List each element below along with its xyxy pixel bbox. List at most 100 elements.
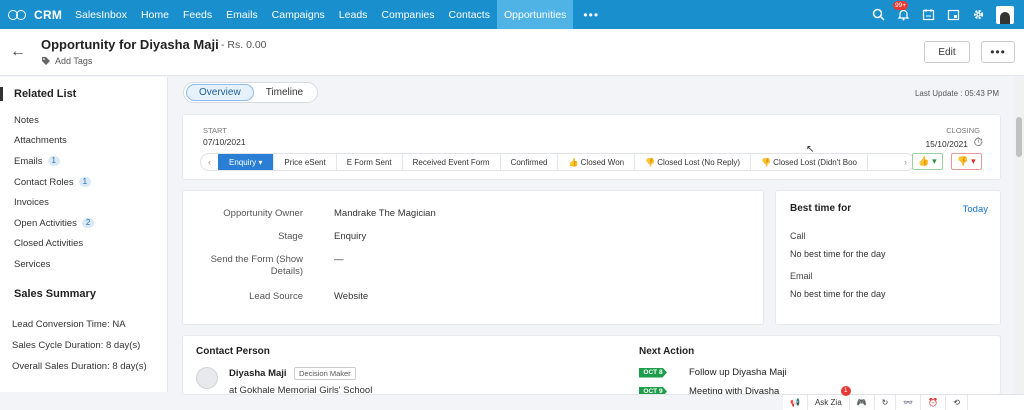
edit-button[interactable]: Edit <box>924 41 970 63</box>
brand[interactable]: CRM <box>0 8 68 22</box>
ask-zia-button[interactable]: Ask Zia 1 <box>808 385 851 410</box>
last-update-text: Last Update : 05:43 PM <box>914 89 999 98</box>
page-scrollbar-thumb[interactable] <box>1016 117 1022 157</box>
stage-received-event-form[interactable]: Received Event Form <box>403 154 501 170</box>
next-action-date-badge: OCT 9 <box>639 386 667 394</box>
best-time-email-label: Email <box>790 271 813 281</box>
tab-timeline[interactable]: Timeline <box>254 84 315 101</box>
best-time-call-label: Call <box>790 231 806 241</box>
brand-name: CRM <box>34 7 63 22</box>
tag-icon <box>42 57 50 65</box>
lead-conversion-time: Lead Conversion Time: NA <box>12 319 126 330</box>
field-value-stage[interactable]: Enquiry <box>334 231 366 242</box>
add-tags-link[interactable]: Add Tags <box>41 56 92 66</box>
user-avatar[interactable] <box>996 5 1014 24</box>
nav-right-icons: 99+ <box>871 0 1014 29</box>
next-action-item[interactable]: OCT 9 Meeting with Diyasha <box>639 386 780 395</box>
ask-zia-label: Ask Zia <box>814 398 842 407</box>
bell-icon[interactable]: 99+ <box>893 0 910 22</box>
crm-logo-icon <box>8 8 30 22</box>
next-action-text: Follow up Diyasha Maji <box>689 367 787 378</box>
alarm-icon[interactable]: ⏰ <box>921 394 947 410</box>
megaphone-icon[interactable]: 📢 <box>783 394 808 410</box>
opportunity-amount: - Rs. 0.00 <box>221 39 267 51</box>
search-icon[interactable] <box>871 8 885 22</box>
stage-confirmed[interactable]: Confirmed <box>501 154 559 170</box>
bottom-toolbar: 📢 Ask Zia 1 🎮 ↻ 👓 ⏰ ⟲ <box>783 385 1024 410</box>
start-date: 07/10/2021 <box>203 137 246 147</box>
pipeline-prev-icon[interactable]: ‹ <box>201 154 218 170</box>
sidebar-item-attachments[interactable]: Attachments <box>14 131 94 152</box>
mark-won-button[interactable]: 👍 ▾ <box>912 153 943 170</box>
sales-summary-title: Sales Summary <box>14 288 96 300</box>
sidebar-item-notes[interactable]: Notes <box>14 110 94 131</box>
tab-overview[interactable]: Overview <box>186 84 254 101</box>
field-value-send-form[interactable]: — <box>334 254 344 265</box>
page-title: Opportunity for Diyasha Maji <box>41 37 219 52</box>
nav-item-feeds[interactable]: Feeds <box>176 0 219 29</box>
gear-icon[interactable] <box>971 8 985 22</box>
nav-item-leads[interactable]: Leads <box>332 0 375 29</box>
best-time-email-value: No best time for the day <box>790 289 886 299</box>
record-header: ← Opportunity for Diyasha Maji - Rs. 0.0… <box>0 29 1024 76</box>
glasses-icon[interactable]: 👓 <box>896 394 922 410</box>
sidebar-item-invoices[interactable]: Invoices <box>14 192 94 213</box>
next-action-text: Meeting with Diyasha <box>689 386 780 395</box>
next-action-item[interactable]: OCT 8 Follow up Diyasha Maji <box>639 367 787 378</box>
contact-company: at Gokhale Memorial Girls' School <box>229 385 373 395</box>
sidebar-item-emails[interactable]: Emails 1 <box>14 151 94 172</box>
field-label-lead-source: Lead Source <box>249 291 303 302</box>
caret-down-icon: ▾ <box>258 157 263 167</box>
calendar-icon[interactable] <box>946 8 960 22</box>
nav-item-emails[interactable]: Emails <box>219 0 265 29</box>
stage-closed-won[interactable]: 👍 Closed Won <box>558 154 636 170</box>
stage-pipeline: ‹ Enquiry ▾ Price eSent E Form Sent Rece… <box>200 153 915 171</box>
mark-lost-button[interactable]: 👎 ▾ <box>951 153 982 170</box>
sidebar-item-contact-roles[interactable]: Contact Roles 1 <box>14 172 94 193</box>
best-time-today-link[interactable]: Today <box>963 204 988 215</box>
nav-item-home[interactable]: Home <box>134 0 176 29</box>
field-label-send-form: Send the Form (Show Details) <box>210 254 303 277</box>
more-actions-button[interactable]: ••• <box>981 41 1015 63</box>
sales-summary-list: Lead Conversion Time: NA Sales Cycle Dur… <box>12 314 147 377</box>
related-list-marker <box>0 87 3 101</box>
sidebar-item-services[interactable]: Services <box>14 254 94 275</box>
nav-item-companies[interactable]: Companies <box>374 0 441 29</box>
related-list-title: Related List <box>14 88 77 100</box>
stage-closed-lost-didnt-book[interactable]: 👎 Closed Lost (Didn't Boo <box>751 154 868 170</box>
contact-person-title: Contact Person <box>196 346 270 357</box>
best-time-title: Best time for <box>790 203 852 214</box>
back-arrow-icon[interactable]: ← <box>10 43 26 61</box>
closing-date: 15/10/2021 <box>925 139 968 149</box>
stage-price-esent[interactable]: Price eSent <box>274 154 337 170</box>
related-list-sidebar: Related List Notes Attachments Emails 1 C… <box>0 77 168 392</box>
stage-closed-lost-no-reply[interactable]: 👎 Closed Lost (No Reply) <box>635 154 751 170</box>
contact-name-link[interactable]: Diyasha Maji <box>229 368 287 379</box>
stage-e-form-sent[interactable]: E Form Sent <box>337 154 403 170</box>
calendar-add-icon[interactable] <box>921 8 935 22</box>
gamepad-icon[interactable]: 🎮 <box>850 394 875 410</box>
overall-sales-duration: Overall Sales Duration: 8 day(s) <box>12 361 147 372</box>
details-card: Opportunity Owner Mandrake The Magician … <box>182 190 764 325</box>
emails-count-badge: 1 <box>47 156 60 167</box>
sidebar-item-closed-activities[interactable]: Closed Activities <box>14 234 94 255</box>
contact-avatar <box>196 367 218 389</box>
sync-icon[interactable]: ↻ <box>875 394 897 410</box>
nav-item-salesinbox[interactable]: SalesInbox <box>68 0 134 29</box>
add-tags-label: Add Tags <box>55 56 93 66</box>
contact-next-action-card: Contact Person Diyasha Maji Decision Mak… <box>182 335 1001 395</box>
nav-item-campaigns[interactable]: Campaigns <box>265 0 332 29</box>
sidebar-item-open-activities[interactable]: Open Activities 2 <box>14 213 95 234</box>
history-icon[interactable]: ⟲ <box>946 394 968 410</box>
best-time-call-value: No best time for the day <box>790 249 886 259</box>
field-label-stage: Stage <box>278 231 303 242</box>
start-label: START <box>203 126 227 135</box>
nav-more-button[interactable]: ••• <box>573 0 609 29</box>
best-time-card: Best time for Today Call No best time fo… <box>775 190 1001 325</box>
stage-enquiry[interactable]: Enquiry ▾ <box>218 154 275 170</box>
field-value-lead-source[interactable]: Website <box>334 291 368 302</box>
field-value-owner[interactable]: Mandrake The Magician <box>334 208 436 219</box>
nav-item-opportunities[interactable]: Opportunities <box>496 0 574 29</box>
nav-item-contacts[interactable]: Contacts <box>442 0 497 29</box>
stopwatch-icon[interactable]: ⏱ <box>974 135 983 150</box>
